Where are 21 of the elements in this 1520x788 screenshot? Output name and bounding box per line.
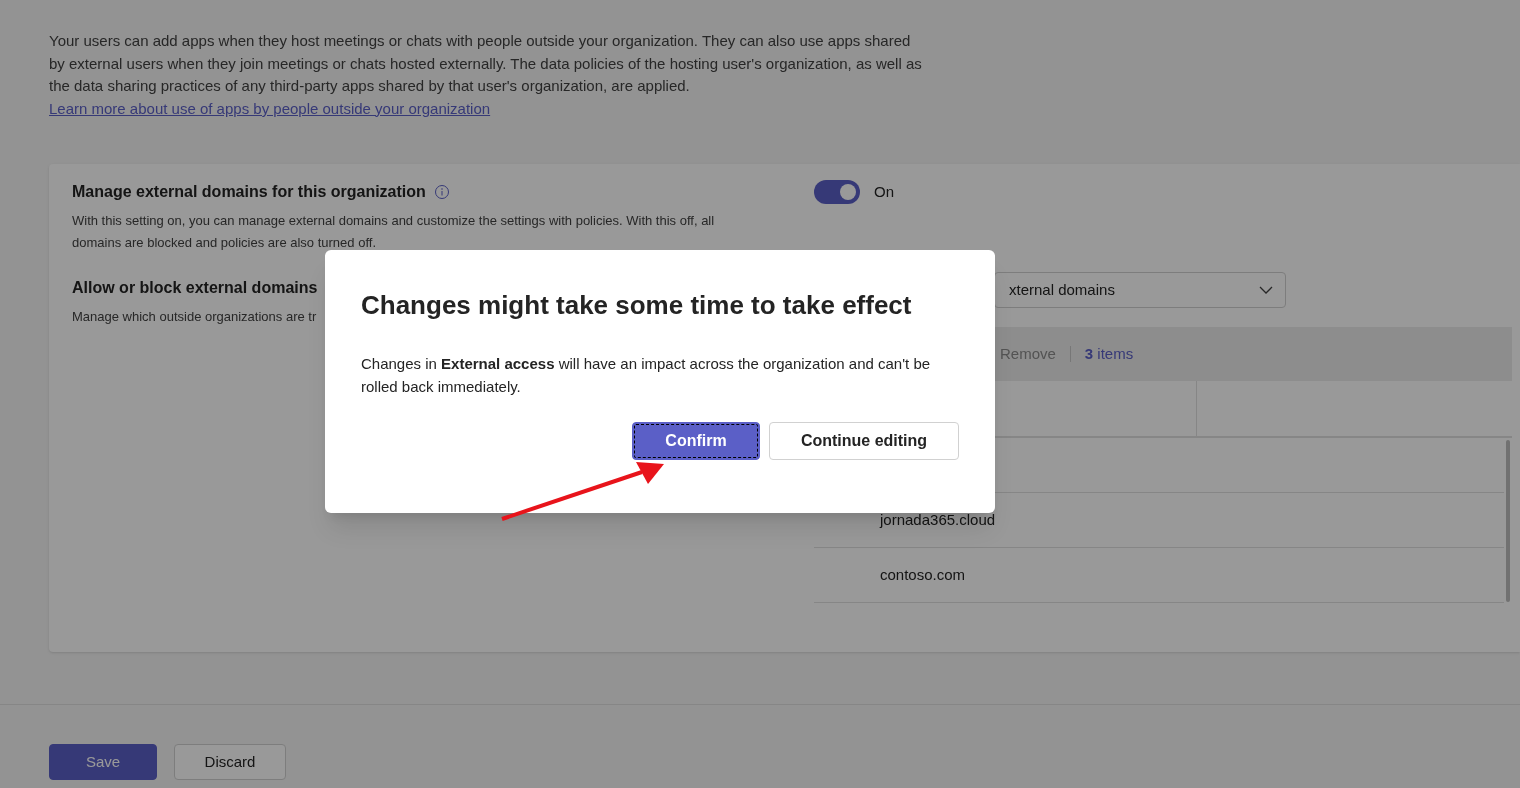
dropdown[interactable]: xternal domains	[994, 272, 1286, 309]
info-icon[interactable]	[433, 184, 450, 201]
setting-description: Manage which outside organizations are tr	[72, 308, 317, 327]
chevron-down-icon	[1259, 286, 1273, 295]
scrollbar[interactable]	[1506, 440, 1510, 603]
domain-cell-text: jornada365.cloud	[880, 510, 996, 531]
toggle-switch[interactable]	[814, 180, 860, 205]
dialog-message: Changes in External access will have an impact across the organization and can't be rolled back immediately.	[361, 354, 932, 397]
setting-title: Manage external domains for this organization	[72, 182, 426, 203]
primary-button[interactable]: Save	[49, 744, 157, 780]
dialog-title: Changes might take some time to take effect	[361, 289, 913, 322]
setting-description: With this setting on, you can manage external domains and customize the settings with policies. With this off, all domains are blocked and policies are also turned off.	[72, 212, 716, 253]
secondary-button[interactable]: Continue editing	[769, 422, 959, 460]
learn-more-link[interactable]: Learn more about use of apps by people outside your organization	[49, 99, 491, 117]
toggle-label: On	[874, 182, 894, 203]
setting-title: Allow or block external domains	[72, 278, 318, 299]
intro-paragraph: Your users can add apps when they host meetings or chats with people outside your organization. They can also use apps shared by external users when they join meetings or chats hosted externally. The data policies of the hosting user's organization, as well as the data sharing practices of any third-party apps shared by that user's organization, are applied. Learn more about use of apps by people outside your organization	[49, 31, 923, 119]
domain-cell-text: contoso.com	[880, 565, 966, 586]
item-count: 3 items	[1084, 344, 1134, 365]
primary-button[interactable]: Confirm	[632, 422, 760, 460]
secondary-button[interactable]: Discard	[174, 744, 286, 780]
